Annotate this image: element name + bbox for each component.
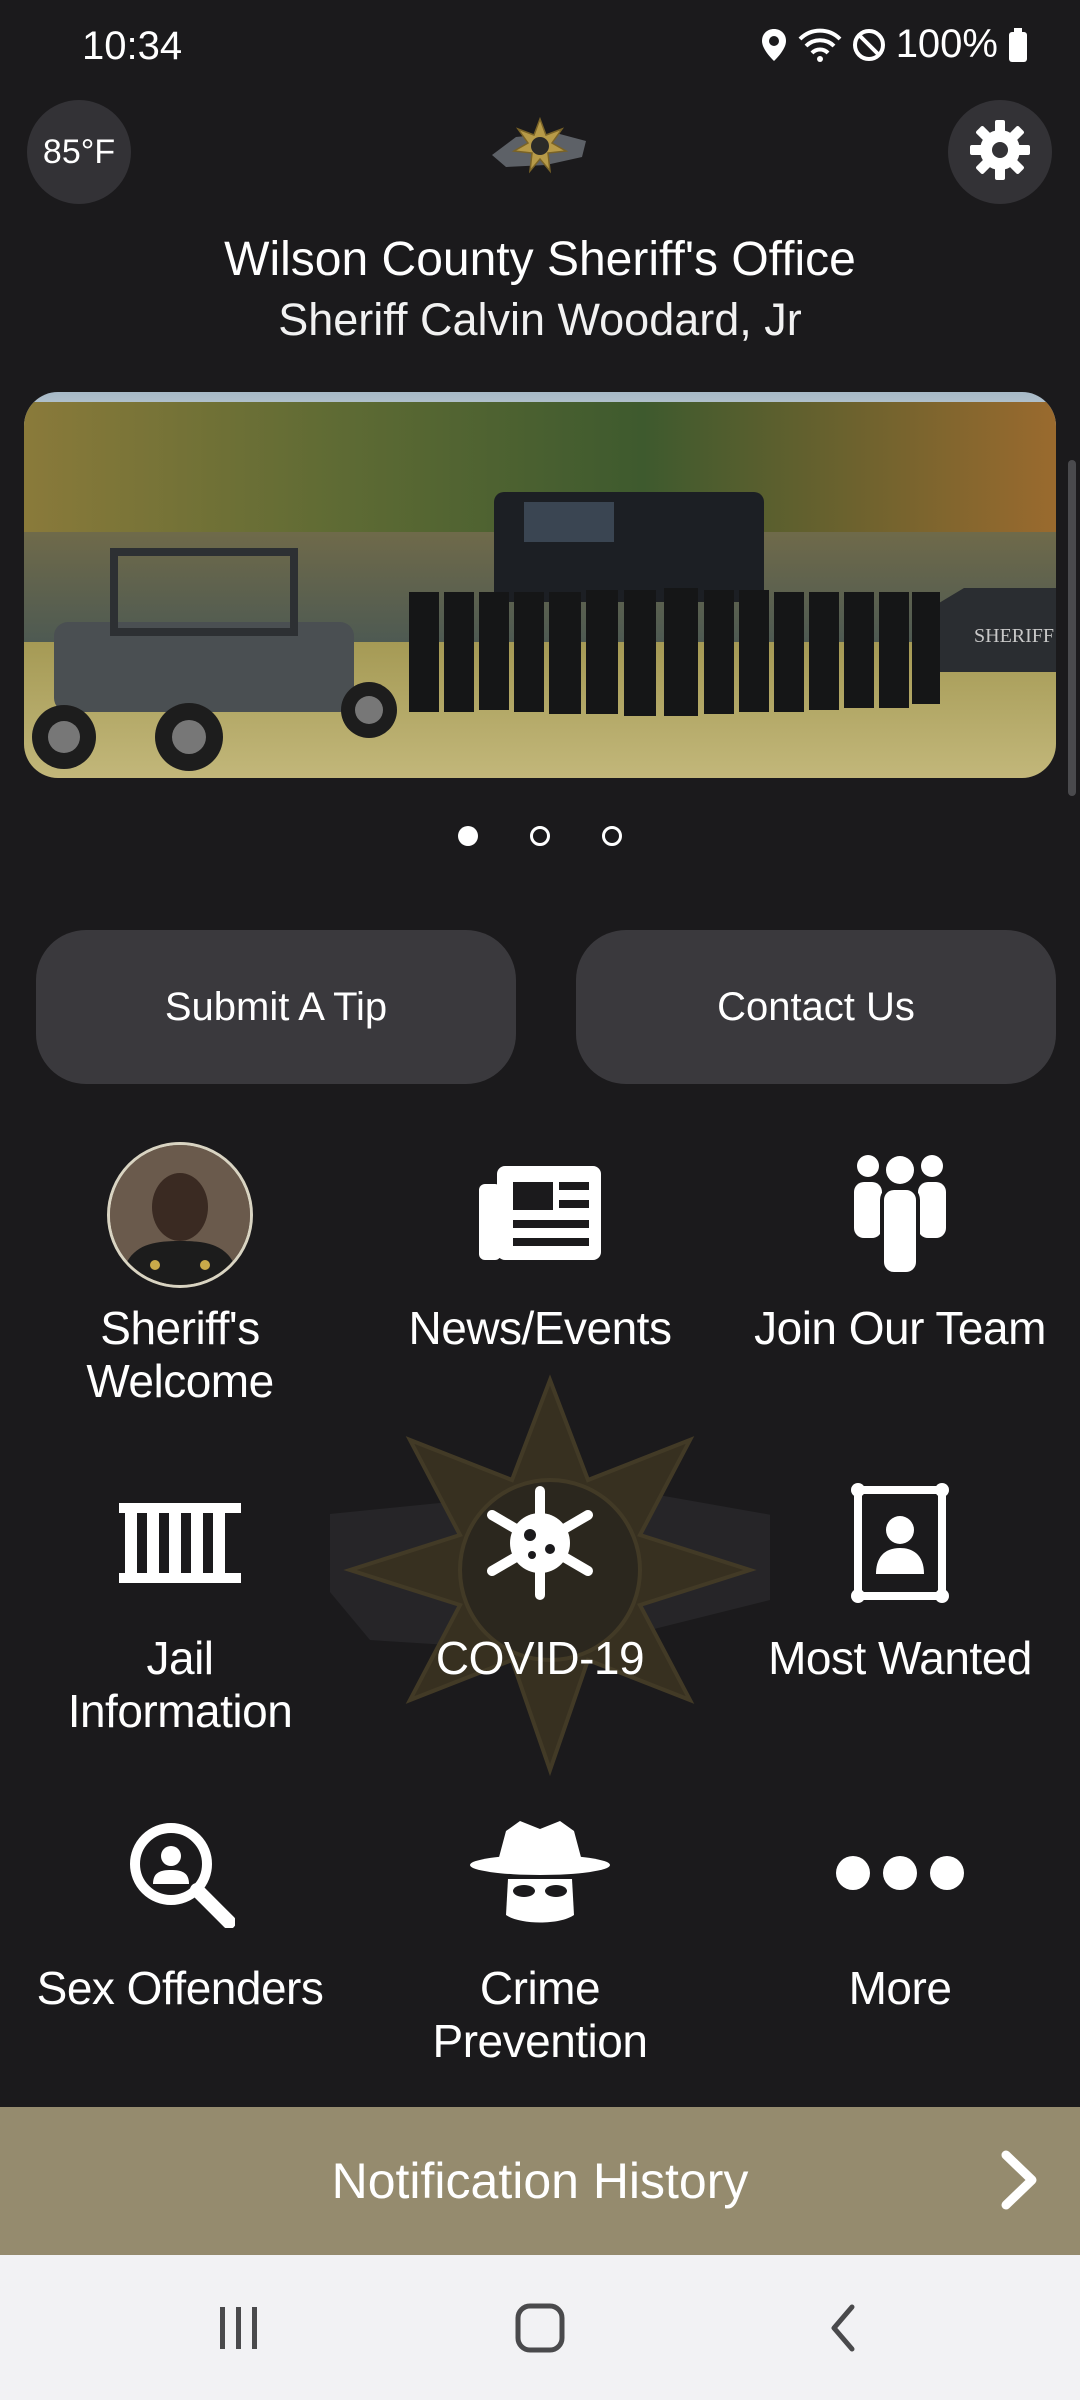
- page-title: Wilson County Sheriff's Office: [224, 233, 856, 286]
- battery-percent: 100%: [895, 22, 998, 66]
- scroll-indicator: [1068, 460, 1076, 796]
- jail-information-tile[interactable]: Jail Information: [0, 1470, 360, 1738]
- home-button[interactable]: [495, 2295, 585, 2365]
- sheriff-logo: [486, 115, 594, 186]
- people-group-icon: [852, 1152, 948, 1279]
- virus-icon: [480, 1483, 600, 1608]
- news-events-label: News/Events: [408, 1302, 672, 1354]
- jail-information-label-2: Information: [67, 1685, 293, 1737]
- crime-prevention-label-2: Prevention: [432, 2015, 648, 2067]
- sex-offenders-label: Sex Offenders: [36, 1962, 324, 2014]
- gear-icon: [968, 118, 1032, 187]
- person-search-icon: [125, 1818, 236, 1933]
- do-not-disturb-icon: [852, 28, 886, 62]
- spy-icon: [470, 1820, 610, 1930]
- covid-19-label: COVID-19: [435, 1632, 645, 1684]
- carousel-dot[interactable]: [602, 826, 622, 846]
- wanted-poster-icon: [848, 1482, 952, 1609]
- join-our-team-tile[interactable]: Join Our Team: [720, 1140, 1080, 1355]
- chevron-right-icon: [1000, 2149, 1040, 2216]
- submit-tip-button[interactable]: Submit A Tip: [36, 930, 516, 1084]
- newspaper-icon: [479, 1165, 601, 1265]
- sheriffs-welcome-label-2: Welcome: [86, 1355, 274, 1407]
- banner-carousel[interactable]: SHERIFF: [24, 392, 1056, 778]
- location-icon: [760, 27, 788, 63]
- news-events-tile[interactable]: News/Events: [360, 1140, 720, 1355]
- status-icons: 100%: [760, 22, 1028, 67]
- notification-history-label: Notification History: [331, 2153, 749, 2209]
- sex-offenders-tile[interactable]: Sex Offenders: [0, 1800, 360, 2015]
- carousel-indicator: [0, 826, 1080, 846]
- most-wanted-tile[interactable]: Most Wanted: [720, 1470, 1080, 1685]
- settings-button[interactable]: [948, 100, 1052, 204]
- more-label: More: [848, 1962, 952, 2014]
- more-dots-icon: [835, 1855, 965, 1896]
- sheriffs-welcome-tile[interactable]: Sheriff's Welcome: [0, 1140, 360, 1408]
- temperature-badge[interactable]: 85°F: [27, 100, 131, 204]
- jail-bars-icon: [119, 1502, 241, 1588]
- carousel-dot[interactable]: [530, 826, 550, 846]
- more-tile[interactable]: More: [720, 1800, 1080, 2015]
- contact-us-button[interactable]: Contact Us: [576, 930, 1056, 1084]
- banner-image: SHERIFF: [24, 392, 1056, 778]
- sheriff-avatar: [107, 1142, 253, 1288]
- battery-icon: [1008, 27, 1028, 62]
- recent-apps-button[interactable]: [194, 2295, 284, 2365]
- back-button[interactable]: [798, 2295, 888, 2365]
- page-subtitle: Sheriff Calvin Woodard, Jr: [278, 294, 802, 345]
- carousel-dot[interactable]: [458, 826, 478, 846]
- wifi-icon: [798, 27, 842, 63]
- covid-19-tile[interactable]: COVID-19: [360, 1470, 720, 1685]
- crime-prevention-label-1: Crime: [479, 1962, 601, 2014]
- join-our-team-label: Join Our Team: [754, 1302, 1046, 1354]
- status-time: 10:34: [82, 24, 183, 68]
- svg-text:SHERIFF: SHERIFF: [974, 625, 1054, 647]
- crime-prevention-tile[interactable]: Crime Prevention: [360, 1800, 720, 2068]
- back-icon: [828, 2303, 858, 2358]
- notification-history-bar[interactable]: Notification History: [0, 2107, 1080, 2255]
- home-icon: [514, 2302, 566, 2359]
- jail-information-label-1: Jail: [146, 1632, 214, 1684]
- recent-apps-icon: [216, 2305, 262, 2356]
- sheriffs-welcome-label-1: Sheriff's: [100, 1302, 260, 1354]
- most-wanted-label: Most Wanted: [768, 1632, 1032, 1684]
